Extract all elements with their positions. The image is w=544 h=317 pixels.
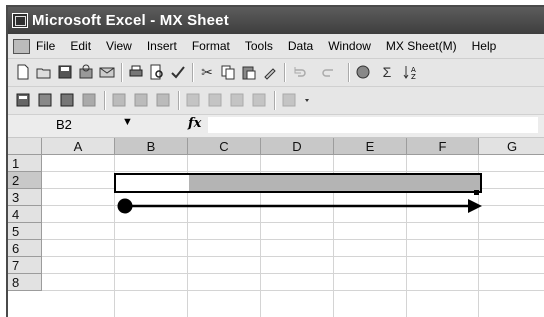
menu-bar: File Edit View Insert Format Tools Data … [8, 34, 544, 59]
mx-tool-5-icon[interactable] [110, 91, 128, 109]
insert-function-icon[interactable]: fx [188, 116, 201, 131]
permission-icon[interactable] [77, 63, 95, 81]
mx-tool-4-icon[interactable] [80, 91, 98, 109]
title-bar: Microsoft Excel - MX Sheet [8, 7, 544, 34]
column-header-f[interactable]: F [407, 138, 479, 155]
row-header-4[interactable]: 4 [8, 206, 42, 223]
mx-tool-9-icon[interactable] [206, 91, 224, 109]
column-header-d[interactable]: D [261, 138, 334, 155]
mx-sheet-toolbar [8, 87, 544, 115]
new-icon[interactable] [14, 63, 32, 81]
paste-icon[interactable] [240, 63, 258, 81]
cut-glyph: ✂ [201, 63, 213, 80]
print-icon[interactable] [127, 63, 145, 81]
column-header-b[interactable]: B [115, 138, 188, 155]
spelling-icon[interactable] [169, 63, 187, 81]
menu-file[interactable]: File [36, 39, 55, 53]
column-header-g[interactable]: G [479, 138, 544, 155]
mx-toolbar-options-icon[interactable] [298, 91, 316, 109]
mx-tool-7-icon[interactable] [154, 91, 172, 109]
row-header-5[interactable]: 5 [8, 223, 42, 240]
row-header-8[interactable]: 8 [8, 274, 42, 291]
mx-tool-12-icon[interactable] [280, 91, 298, 109]
save-icon[interactable] [56, 63, 74, 81]
row-header-2[interactable]: 2 [8, 172, 42, 189]
fill-handle[interactable] [474, 190, 479, 195]
selected-range-highlight [189, 175, 480, 191]
name-box[interactable]: B2 ▼ [18, 116, 138, 133]
name-box-dropdown-icon[interactable]: ▼ [122, 116, 133, 128]
mx-tool-3-icon[interactable] [58, 91, 76, 109]
format-painter-icon[interactable] [261, 63, 279, 81]
window-title: Microsoft Excel - MX Sheet [32, 12, 229, 29]
menu-insert[interactable]: Insert [147, 39, 177, 53]
row-header-6[interactable]: 6 [8, 240, 42, 257]
svg-text:Z: Z [411, 73, 416, 81]
formula-bar: B2 ▼ fx [8, 115, 544, 138]
worksheet-grid[interactable]: A B C D E F G 1 2 3 4 5 6 7 8 [8, 138, 544, 317]
menu-help[interactable]: Help [472, 39, 497, 53]
row-header-7[interactable]: 7 [8, 257, 42, 274]
open-icon[interactable] [35, 63, 53, 81]
print-preview-icon[interactable] [148, 63, 166, 81]
autosum-glyph: Σ [382, 64, 392, 80]
row-header-1[interactable]: 1 [8, 155, 42, 172]
menu-tools[interactable]: Tools [245, 39, 273, 53]
redo-icon[interactable] [320, 63, 338, 81]
undo-icon[interactable] [290, 63, 308, 81]
mx-tool-11-icon[interactable] [250, 91, 268, 109]
mx-tool-1-icon[interactable] [14, 91, 32, 109]
menu-view[interactable]: View [106, 39, 132, 53]
select-all-corner[interactable] [8, 138, 42, 155]
menu-mx-sheet[interactable]: MX Sheet(M) [386, 39, 457, 53]
column-header-c[interactable]: C [188, 138, 261, 155]
column-header-a[interactable]: A [42, 138, 115, 155]
row-header-3[interactable]: 3 [8, 189, 42, 206]
mx-tool-2-icon[interactable] [36, 91, 54, 109]
menu-window[interactable]: Window [328, 39, 371, 53]
mx-tool-6-icon[interactable] [132, 91, 150, 109]
selected-range[interactable] [114, 173, 482, 193]
sort-ascending-icon[interactable]: AZ [402, 63, 420, 81]
copy-icon[interactable] [219, 63, 237, 81]
drag-direction-arrow [117, 198, 482, 214]
formula-input[interactable] [208, 117, 538, 133]
name-box-value: B2 [56, 117, 72, 132]
menu-format[interactable]: Format [192, 39, 230, 53]
document-icon[interactable] [13, 39, 30, 54]
mx-tool-8-icon[interactable] [184, 91, 202, 109]
column-header-e[interactable]: E [334, 138, 407, 155]
cut-icon[interactable]: ✂ [198, 63, 216, 81]
excel-window: Microsoft Excel - MX Sheet File Edit Vie… [6, 5, 544, 317]
hyperlink-icon[interactable] [354, 63, 372, 81]
mx-tool-10-icon[interactable] [228, 91, 246, 109]
email-icon[interactable] [98, 63, 116, 81]
autosum-icon[interactable]: Σ [378, 63, 396, 81]
menu-data[interactable]: Data [288, 39, 313, 53]
menu-edit[interactable]: Edit [70, 39, 91, 53]
excel-app-icon[interactable] [12, 13, 28, 28]
standard-toolbar: ✂ Σ AZ [8, 59, 544, 87]
